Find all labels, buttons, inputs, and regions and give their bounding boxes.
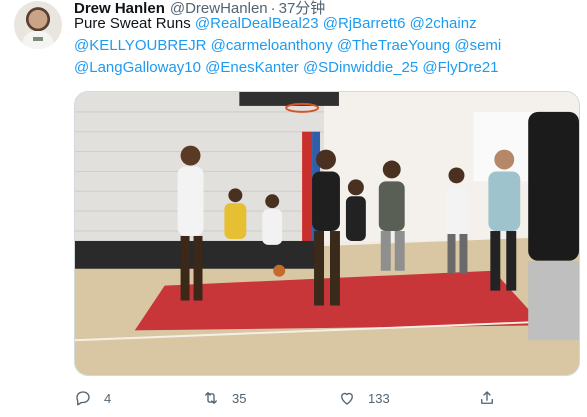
mention-link[interactable]: @semi bbox=[454, 37, 501, 54]
tweet-actions: 4 35 133 bbox=[74, 384, 534, 412]
tweet-text: Pure Sweat Runs @RealDealBeal23 @RjBarre… bbox=[74, 13, 579, 79]
share-button[interactable] bbox=[478, 384, 496, 412]
heart-icon bbox=[341, 392, 353, 405]
mention-link[interactable]: @RealDealBeal23 bbox=[195, 15, 319, 32]
mention-link[interactable]: @SDinwiddie_25 bbox=[303, 59, 418, 76]
mention-link[interactable]: @EnesKanter bbox=[205, 59, 299, 76]
tweet-text-prefix: Pure Sweat Runs bbox=[74, 15, 195, 32]
mention-link[interactable]: @LangGalloway10 bbox=[74, 59, 201, 76]
tweet-video[interactable] bbox=[74, 91, 580, 376]
mention-link[interactable]: @2chainz bbox=[410, 15, 477, 32]
reply-button[interactable]: 4 bbox=[74, 384, 111, 412]
basketball-court-image bbox=[75, 92, 579, 375]
like-button[interactable]: 133 bbox=[338, 384, 390, 412]
retweet-count: 35 bbox=[232, 390, 247, 406]
mention-link[interactable]: @TheTraeYoung bbox=[337, 37, 450, 54]
share-icon bbox=[481, 391, 493, 404]
mention-link[interactable]: @FlyDre21 bbox=[422, 59, 498, 76]
retweet-button[interactable]: 35 bbox=[202, 384, 246, 412]
retweet-icon bbox=[205, 392, 217, 404]
like-count: 133 bbox=[368, 390, 390, 406]
author-avatar[interactable] bbox=[14, 1, 62, 49]
mention-link[interactable]: @RjBarrett6 bbox=[323, 15, 406, 32]
mention-link[interactable]: @carmeloanthony bbox=[211, 37, 333, 54]
mention-link[interactable]: @KELLYOUBREJR bbox=[74, 37, 207, 54]
avatar-logo bbox=[33, 37, 43, 41]
reply-count: 4 bbox=[104, 390, 112, 406]
reply-icon bbox=[76, 391, 90, 406]
